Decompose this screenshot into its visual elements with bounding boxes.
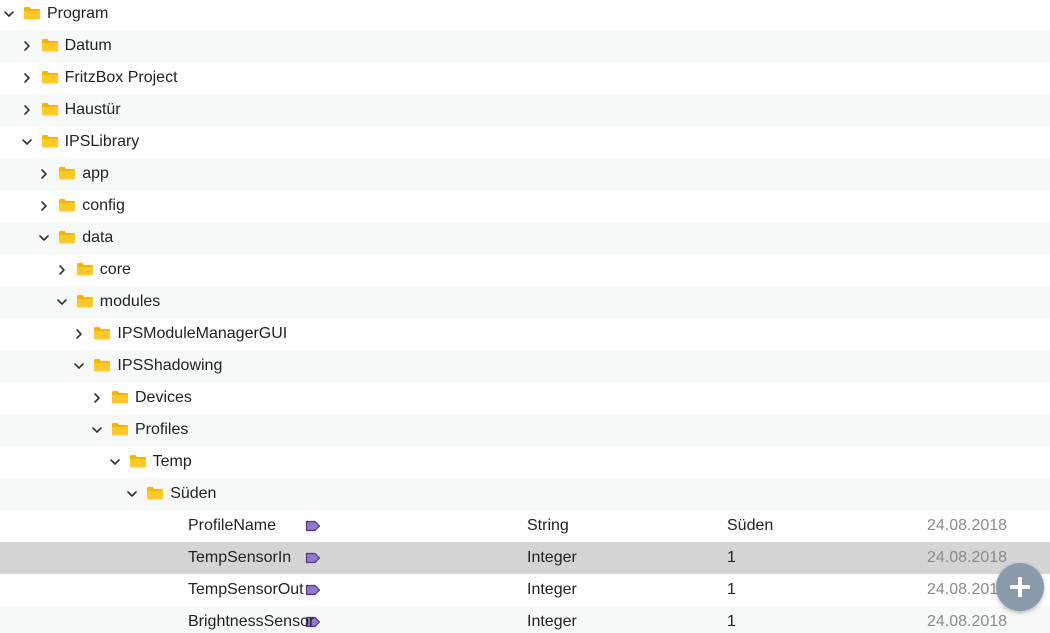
- tree-folder-row[interactable]: Datum: [0, 30, 1050, 62]
- tree-folder-row[interactable]: IPSShadowing: [0, 350, 1050, 382]
- variable-type: String: [527, 517, 569, 534]
- variable-date: 24.08.2018: [927, 549, 1008, 566]
- chevron-down-icon[interactable]: [125, 487, 139, 501]
- variable-value: 1: [727, 613, 736, 630]
- folder-icon: [58, 197, 76, 213]
- tree-folder-row[interactable]: IPSModuleManagerGUI: [0, 318, 1050, 350]
- tree-item-label: Profiles: [135, 421, 189, 438]
- folder-icon: [41, 101, 59, 117]
- tree-item-label: FritzBox Project: [64, 69, 178, 86]
- variable-type: Integer: [527, 581, 577, 598]
- tree-folder-row[interactable]: FritzBox Project: [0, 62, 1050, 94]
- folder-icon: [111, 389, 129, 405]
- variable-value: 1: [727, 581, 736, 598]
- folder-icon: [146, 485, 164, 501]
- chevron-right-icon[interactable]: [55, 263, 69, 277]
- tree-item-label: IPSLibrary: [64, 133, 140, 150]
- tree-variable-row[interactable]: TempSensorOut Integer 1 24.08.2018: [0, 574, 1050, 606]
- variable-tag-icon: [305, 584, 321, 596]
- variable-date: 24.08.2018: [927, 517, 1008, 534]
- tree-folder-row[interactable]: Program: [0, 0, 1050, 30]
- chevron-right-icon[interactable]: [37, 167, 51, 181]
- chevron-down-icon[interactable]: [90, 423, 104, 437]
- variable-name: TempSensorOut: [188, 581, 304, 598]
- tree-item-label: Program: [47, 5, 109, 22]
- tree-folder-row[interactable]: data: [0, 222, 1050, 254]
- chevron-down-icon[interactable]: [72, 359, 86, 373]
- folder-icon: [41, 37, 59, 53]
- tree-folder-row[interactable]: Süden: [0, 478, 1050, 510]
- chevron-right-icon[interactable]: [72, 327, 86, 341]
- chevron-right-icon[interactable]: [37, 199, 51, 213]
- folder-icon: [93, 325, 111, 341]
- tree-item-label: app: [82, 165, 109, 182]
- variable-name: TempSensorIn: [188, 549, 292, 566]
- folder-icon: [76, 261, 94, 277]
- add-button[interactable]: [996, 563, 1044, 611]
- object-tree: Program Datum FritzBox Project Haustür IPSLi…: [0, 0, 1050, 633]
- chevron-right-icon[interactable]: [20, 39, 34, 53]
- chevron-right-icon[interactable]: [20, 71, 34, 85]
- tree-item-label: IPSShadowing: [117, 357, 223, 374]
- folder-icon: [41, 69, 59, 85]
- tree-item-label: Devices: [135, 389, 192, 406]
- chevron-down-icon[interactable]: [108, 455, 122, 469]
- folder-icon: [23, 5, 41, 21]
- chevron-right-icon[interactable]: [90, 391, 104, 405]
- variable-value: 1: [727, 549, 736, 566]
- variable-name: ProfileName: [188, 517, 277, 534]
- folder-icon: [111, 421, 129, 437]
- chevron-down-icon[interactable]: [20, 135, 34, 149]
- variable-type: Integer: [527, 613, 577, 630]
- variable-value: Süden: [727, 517, 774, 534]
- variable-type: Integer: [527, 549, 577, 566]
- chevron-right-icon[interactable]: [20, 103, 34, 117]
- chevron-down-icon[interactable]: [37, 231, 51, 245]
- variable-tag-icon: [305, 520, 321, 532]
- tree-variable-row[interactable]: TempSensorIn Integer 1 24.08.2018: [0, 542, 1050, 574]
- folder-icon: [58, 165, 76, 181]
- chevron-down-icon[interactable]: [2, 7, 16, 21]
- variable-date: 24.08.2018: [927, 581, 1008, 598]
- tree-item-label: config: [82, 197, 125, 214]
- tree-folder-row[interactable]: Devices: [0, 382, 1050, 414]
- tree-item-label: core: [99, 261, 131, 278]
- tree-folder-row[interactable]: Haustür: [0, 94, 1050, 126]
- tree-item-label: Datum: [64, 37, 112, 54]
- tree-item-label: Süden: [170, 485, 217, 502]
- tree-folder-row[interactable]: IPSLibrary: [0, 126, 1050, 158]
- folder-icon: [76, 293, 94, 309]
- tree-variable-row[interactable]: BrightnessSensor Integer 1 24.08.2018: [0, 606, 1050, 633]
- tree-item-label: modules: [99, 293, 161, 310]
- tree-folder-row[interactable]: core: [0, 254, 1050, 286]
- plus-icon: [1010, 577, 1030, 597]
- folder-icon: [129, 453, 147, 469]
- tree-folder-row[interactable]: app: [0, 158, 1050, 190]
- tree-variable-row[interactable]: ProfileName String Süden 24.08.2018: [0, 510, 1050, 542]
- tree-item-label: data: [82, 229, 114, 246]
- tree-item-label: Haustür: [64, 101, 121, 118]
- tree-folder-row[interactable]: Profiles: [0, 414, 1050, 446]
- tree-folder-row[interactable]: config: [0, 190, 1050, 222]
- folder-icon: [93, 357, 111, 373]
- chevron-down-icon[interactable]: [55, 295, 69, 309]
- tree-folder-row[interactable]: Temp: [0, 446, 1050, 478]
- folder-icon: [41, 133, 59, 149]
- tree-item-label: Temp: [152, 453, 192, 470]
- tree-folder-row[interactable]: modules: [0, 286, 1050, 318]
- tree-item-label: IPSModuleManagerGUI: [117, 325, 288, 342]
- variable-tag-icon: [305, 552, 321, 564]
- variable-name: BrightnessSensor: [188, 613, 315, 630]
- folder-icon: [58, 229, 76, 245]
- variable-date: 24.08.2018: [927, 613, 1008, 630]
